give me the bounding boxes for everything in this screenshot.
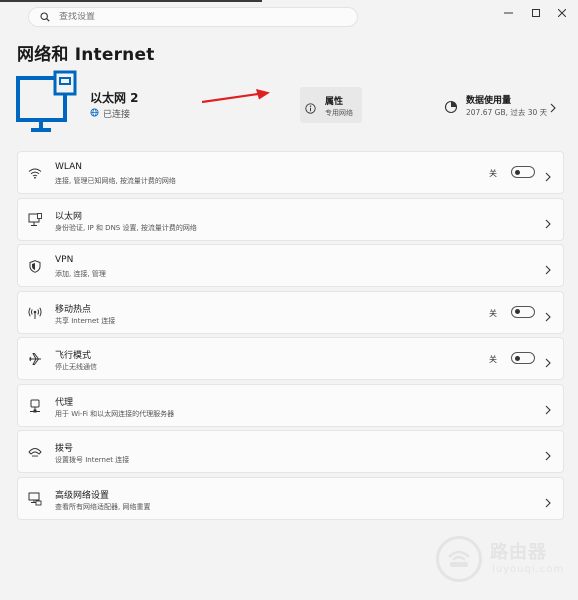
settings-row-ethernet[interactable]: 以太网 身份验证, IP 和 DNS 设置, 按流量计费的网络	[17, 197, 564, 241]
dialup-icon	[28, 445, 42, 459]
toggle-knob	[515, 355, 520, 361]
search-box[interactable]	[28, 7, 358, 27]
chevron-right-icon	[550, 98, 556, 117]
proxy-icon	[28, 399, 42, 413]
airplane-icon	[28, 352, 42, 366]
connection-status-text: 已连接	[103, 110, 131, 120]
settings-row-hotspot[interactable]: 移动热点 共享 Internet 连接 关	[17, 290, 564, 334]
row-subtitle: 查看所有网络适配器, 网络重置	[55, 502, 151, 511]
airplane-mode-toggle[interactable]	[511, 352, 535, 364]
page-title: 网络和 Internet	[17, 45, 155, 65]
title-bar-accent-line	[0, 0, 262, 2]
chevron-right-icon	[545, 446, 551, 465]
row-subtitle: 连接, 管理已知网络, 按流量计费的网络	[55, 177, 176, 185]
settings-row-dialup[interactable]: 拨号 设置拨号 Internet 连接	[17, 430, 564, 473]
data-usage-card[interactable]: 数据使用量 207.67 GB, 过去 30 天	[444, 93, 562, 121]
wifi-icon	[28, 166, 42, 180]
toggle-state-label: 关	[489, 169, 497, 178]
watermark-title: 路由器	[490, 542, 547, 563]
chevron-right-icon	[545, 260, 551, 279]
row-subtitle: 添加, 连接, 管理	[55, 270, 106, 278]
toggle-knob	[515, 169, 520, 175]
properties-subtitle: 专用网络	[325, 109, 353, 117]
row-title: 高级网络设置	[55, 490, 110, 501]
row-title: WLAN	[55, 162, 83, 172]
row-subtitle: 停止无线通信	[55, 363, 97, 371]
pie-chart-icon	[444, 99, 458, 118]
search-input[interactable]	[55, 12, 339, 22]
chevron-right-icon	[545, 214, 551, 233]
row-title: 以太网	[55, 211, 83, 222]
connection-name: 以太网 2	[90, 91, 139, 105]
row-subtitle: 身份验证, IP 和 DNS 设置, 按流量计费的网络	[55, 223, 197, 232]
row-title: 代理	[55, 397, 74, 408]
info-icon	[305, 99, 316, 118]
properties-card[interactable]: 属性 专用网络	[300, 87, 362, 123]
chevron-right-icon	[545, 400, 551, 419]
settings-row-advanced-network[interactable]: 高级网络设置 查看所有网络适配器, 网络重置	[17, 476, 564, 520]
watermark: 路由器 luyouqi.com	[436, 536, 566, 584]
chevron-right-icon	[545, 167, 551, 186]
watermark-logo	[436, 536, 482, 582]
settings-row-proxy[interactable]: 代理 用于 Wi-Fi 和以太网连接的代理服务器	[17, 383, 564, 427]
row-title: 移动热点	[55, 304, 92, 315]
minimize-button[interactable]	[496, 6, 520, 20]
hotspot-toggle[interactable]	[511, 305, 535, 318]
settings-row-airplane-mode[interactable]: 飞行模式 停止无线通信 关	[17, 337, 564, 380]
hotspot-icon	[28, 306, 42, 320]
wlan-toggle[interactable]	[511, 166, 535, 178]
shield-icon	[28, 259, 42, 273]
data-usage-subtitle: 207.67 GB, 过去 30 天	[466, 108, 548, 117]
advanced-network-icon	[28, 492, 42, 506]
maximize-button[interactable]	[524, 6, 548, 20]
globe-icon	[90, 107, 99, 120]
row-title: 飞行模式	[55, 351, 92, 361]
row-title: 拨号	[55, 444, 74, 454]
toggle-state-label: 关	[489, 308, 497, 318]
properties-title: 属性	[325, 97, 344, 107]
watermark-subtitle: luyouqi.com	[492, 564, 565, 575]
row-subtitle: 共享 Internet 连接	[55, 316, 116, 325]
row-title: VPN	[55, 255, 74, 265]
settings-row-vpn[interactable]: VPN 添加, 连接, 管理	[17, 244, 564, 287]
search-icon	[35, 12, 55, 22]
connection-status: 已连接	[90, 107, 130, 120]
chevron-right-icon	[545, 353, 551, 372]
row-subtitle: 用于 Wi-Fi 和以太网连接的代理服务器	[55, 409, 175, 418]
settings-list: WLAN 连接, 管理已知网络, 按流量计费的网络 关 以太网 身份验证, IP…	[17, 151, 564, 523]
monitor-network-icon	[15, 70, 79, 138]
row-subtitle: 设置拨号 Internet 连接	[55, 456, 130, 464]
annotation-arrow	[201, 88, 272, 108]
chevron-right-icon	[545, 493, 551, 512]
settings-row-wlan[interactable]: WLAN 连接, 管理已知网络, 按流量计费的网络 关	[17, 151, 564, 194]
ethernet-icon	[28, 212, 42, 227]
chevron-right-icon	[545, 307, 551, 326]
toggle-knob	[515, 309, 520, 314]
toggle-state-label: 关	[489, 355, 497, 364]
close-button[interactable]	[550, 6, 574, 20]
data-usage-title: 数据使用量	[466, 96, 512, 106]
